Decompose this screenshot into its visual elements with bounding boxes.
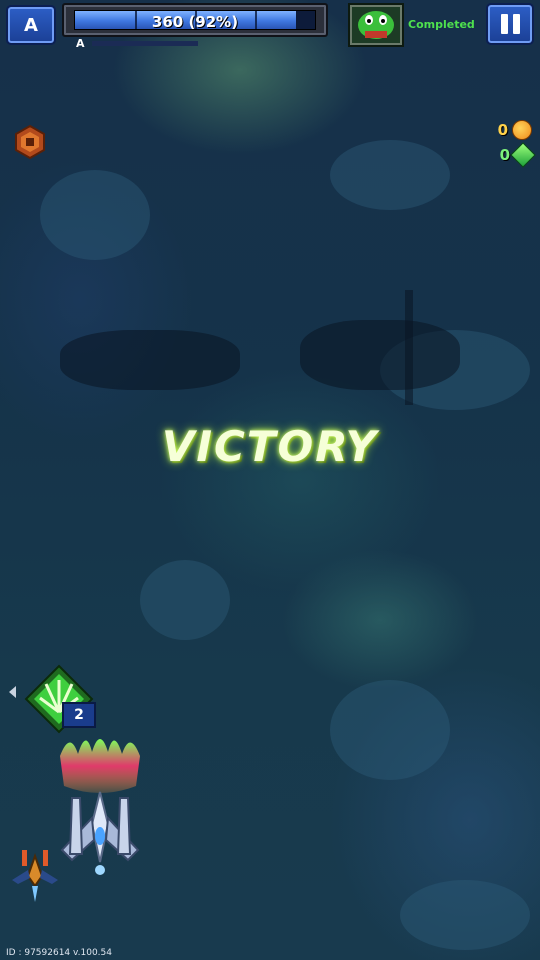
sub-rank-label: A <box>76 37 85 50</box>
player-spaceship[interactable] <box>48 728 152 878</box>
rank-button[interactable]: A <box>6 5 56 45</box>
skill-count-badge: 2 <box>62 702 96 728</box>
rank-label: A <box>24 14 38 36</box>
hp-track: 360 (92%) <box>74 10 316 31</box>
build-id-text: ID : 97592614 v.100.54 <box>6 948 112 958</box>
wingman-drone <box>10 842 60 902</box>
coin-counter: 0 <box>498 120 532 140</box>
hp-bar: 360 (92%) <box>62 3 328 37</box>
chevron-left-icon[interactable] <box>6 684 20 698</box>
pause-icon <box>500 14 520 34</box>
pause-button[interactable] <box>486 3 534 45</box>
gem-icon <box>510 142 536 168</box>
victory-banner: VICTORY <box>161 422 379 471</box>
xp-bar <box>92 41 198 46</box>
coin-icon <box>512 120 532 140</box>
gem-counter: 0 <box>499 142 536 168</box>
hp-text: 360 (92%) <box>151 13 239 31</box>
gem-count: 0 <box>499 146 510 164</box>
status-text: Completed <box>408 18 475 31</box>
green-alien-boss-icon <box>348 3 404 47</box>
hex-item-icon[interactable] <box>12 124 48 160</box>
coin-count: 0 <box>497 121 508 139</box>
